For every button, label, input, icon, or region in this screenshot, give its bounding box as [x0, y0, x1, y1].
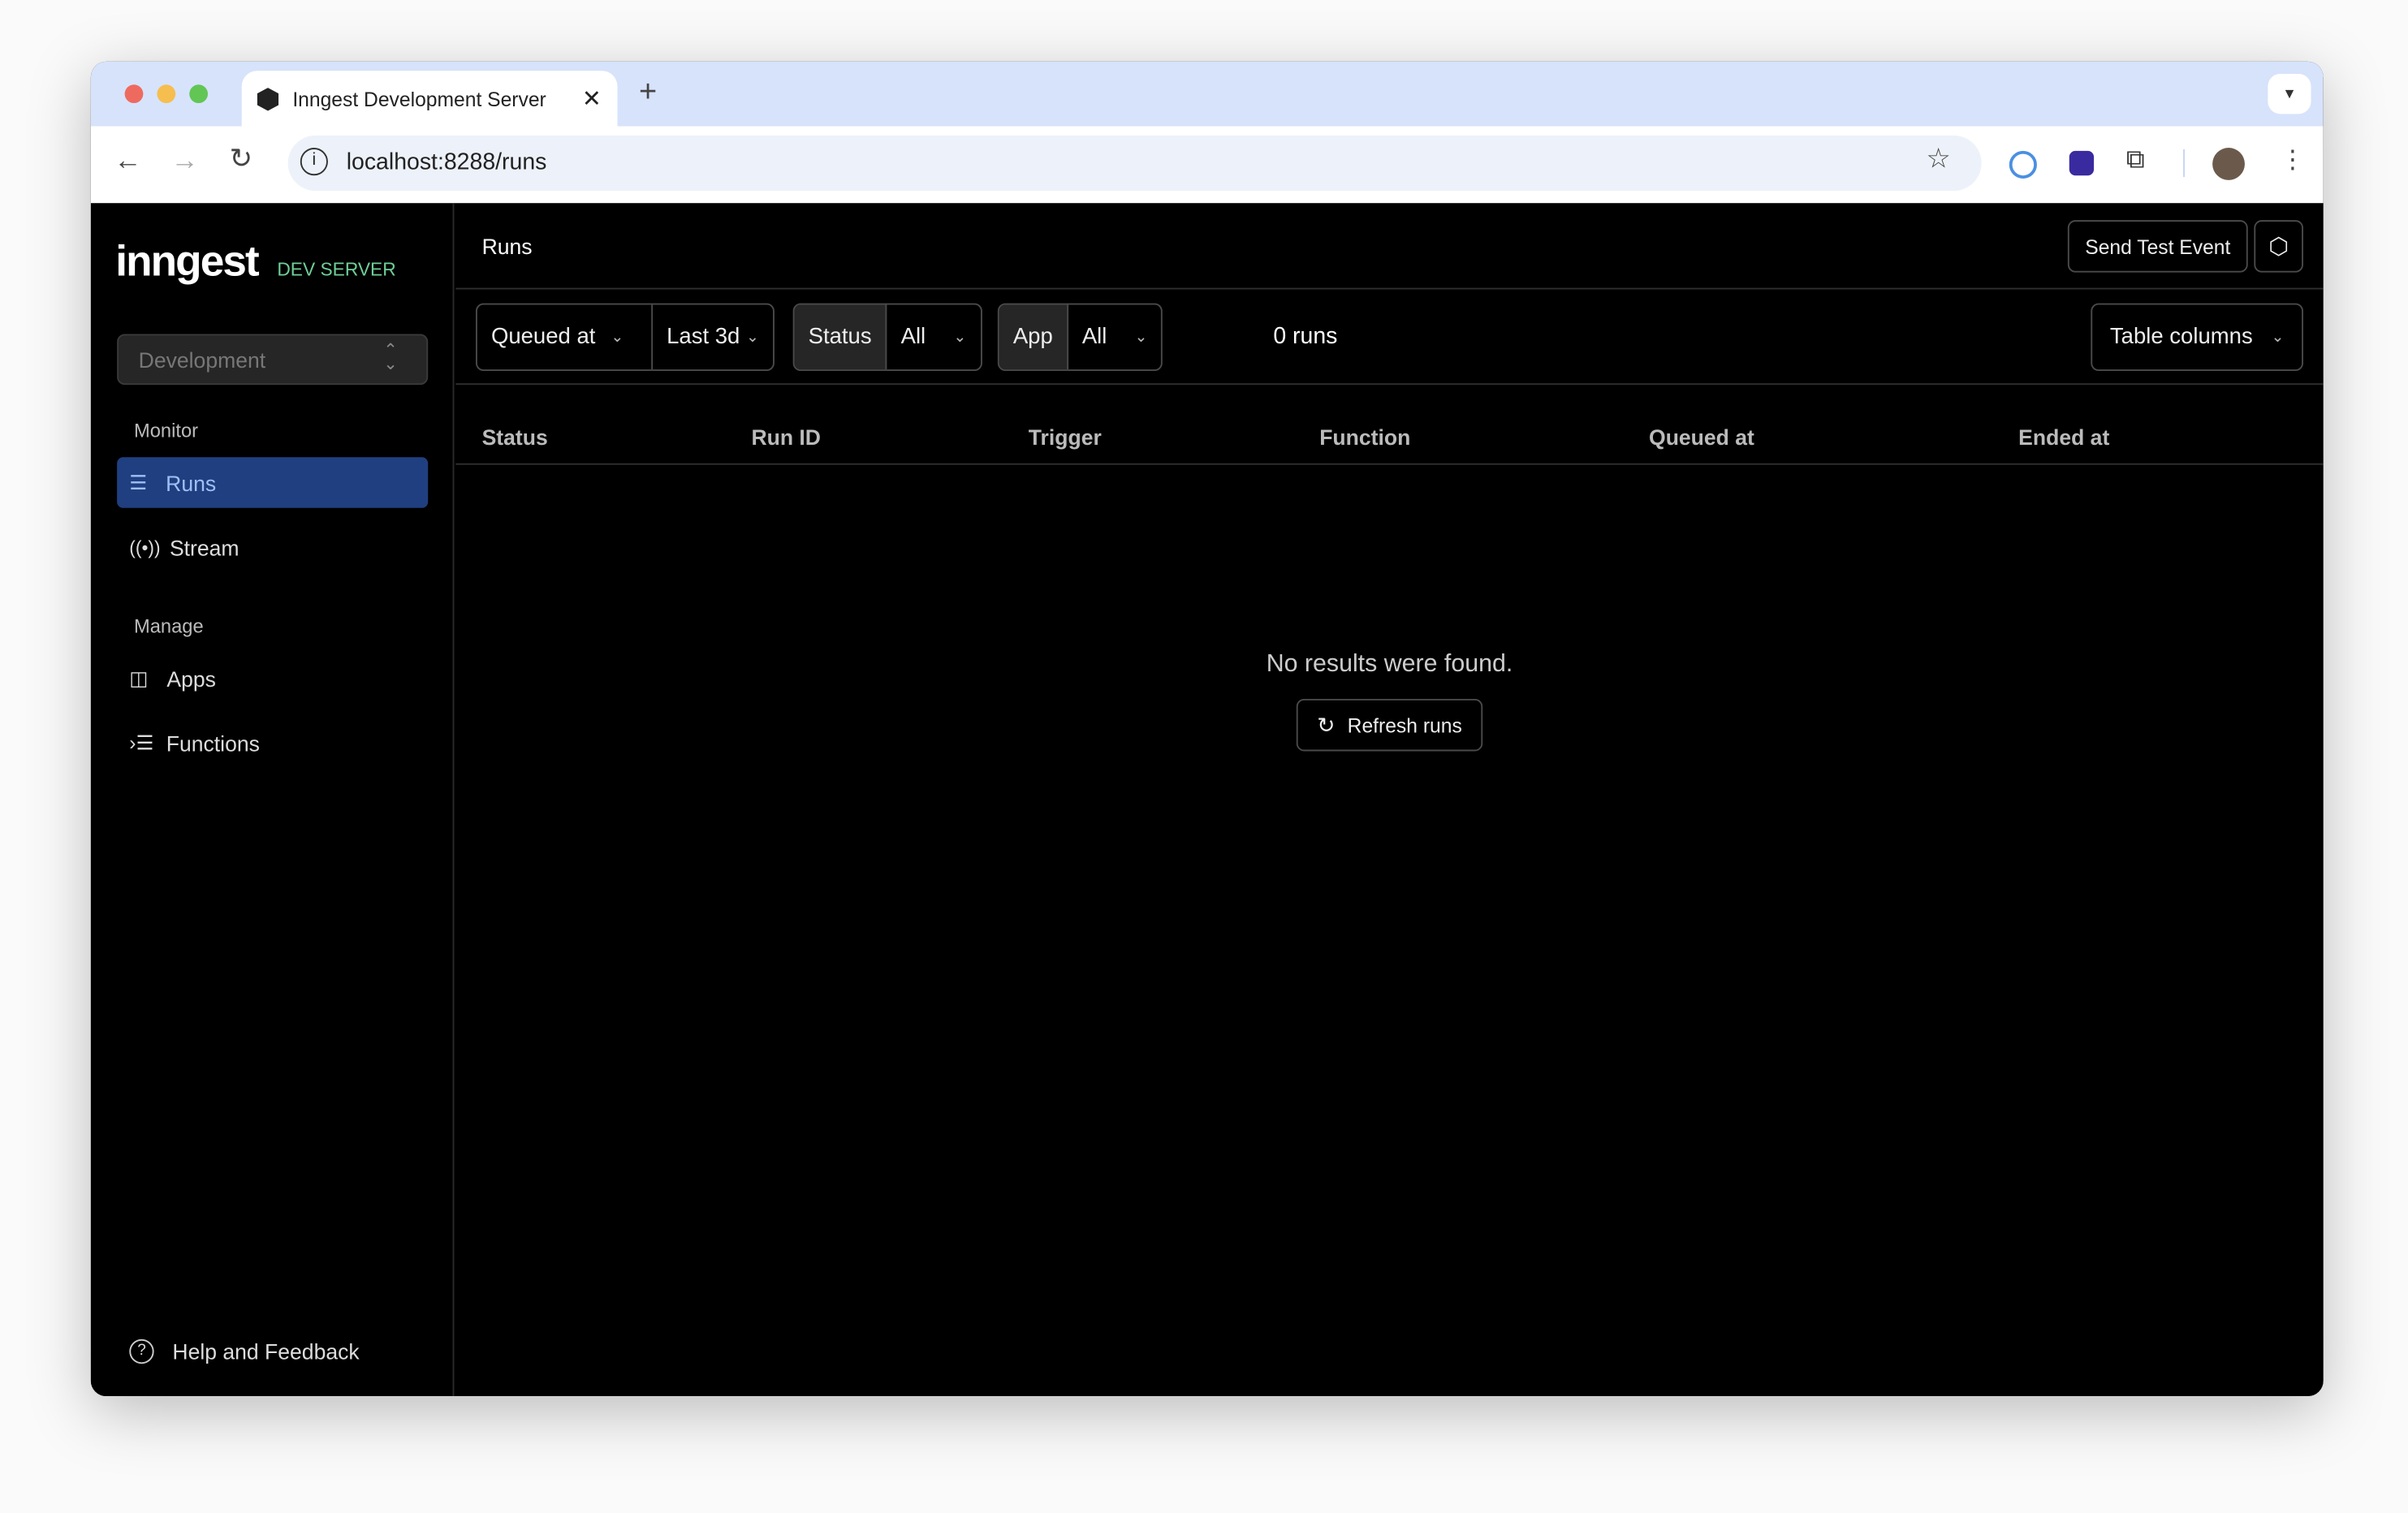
- browser-menu-icon[interactable]: ⋮: [2281, 144, 2305, 175]
- apps-icon: ◫: [129, 666, 149, 689]
- bookmark-star-icon[interactable]: ☆: [1926, 143, 1951, 175]
- column-header-queued-at[interactable]: Queued at: [1649, 425, 1754, 449]
- time-field-select[interactable]: Queued at ⌄: [477, 304, 654, 370]
- chevron-down-icon: ⌄: [1134, 328, 1148, 346]
- send-test-event-button[interactable]: Send Test Event: [2067, 220, 2248, 273]
- address-bar[interactable]: i localhost:8288/runs ☆: [287, 135, 1982, 192]
- extension-globe-icon[interactable]: [2069, 150, 2095, 176]
- chevron-down-icon: ⌄: [745, 328, 759, 346]
- status-filter-label: Status: [808, 325, 872, 350]
- column-header-trigger[interactable]: Trigger: [1029, 425, 1102, 449]
- environment-select[interactable]: Development ⌃ ⌄: [117, 334, 429, 386]
- main: Runs Send Test Event ⬡ Queued at ⌄ Last 3…: [455, 203, 2324, 1396]
- chevron-down-icon: ⌄: [953, 328, 967, 346]
- browser-toolbar: ← → ↻ i localhost:8288/runs ☆ ⧉ ⋮: [90, 126, 2324, 204]
- broadcast-icon: ((•)): [129, 536, 161, 558]
- section-manage: Manage: [133, 615, 204, 638]
- time-field-value: Queued at: [490, 325, 596, 350]
- app-filter[interactable]: App All ⌄: [997, 303, 1163, 372]
- column-header-status[interactable]: Status: [482, 425, 548, 449]
- tab-bar: Inngest Development Server ✕ + ▾: [90, 61, 2324, 127]
- status-filter-value: All: [900, 325, 926, 350]
- app-filter-value: All: [1081, 325, 1107, 350]
- url-text: localhost:8288/runs: [346, 149, 547, 176]
- reload-icon[interactable]: ↻: [230, 143, 253, 175]
- divider: [2183, 149, 2185, 178]
- extensions-puzzle-icon[interactable]: ⧉: [2126, 144, 2145, 175]
- sidebar-item-stream[interactable]: ((•)) Stream: [117, 522, 428, 573]
- sidebar-item-label: Functions: [166, 730, 260, 756]
- refresh-runs-button[interactable]: ↻ Refresh runs: [1296, 698, 1483, 752]
- inngest-favicon-icon: [257, 88, 279, 111]
- help-label: Help and Feedback: [172, 1338, 360, 1364]
- divider: [455, 383, 2324, 386]
- inngest-logo[interactable]: inngest: [115, 237, 259, 287]
- browser-window: Inngest Development Server ✕ + ▾ ← → ↻ i…: [90, 61, 2324, 1397]
- maximize-window-button[interactable]: [189, 84, 209, 104]
- environment-value: Development: [138, 347, 266, 373]
- sidebar-item-functions[interactable]: ›☰ Functions: [117, 718, 428, 769]
- settings-hexagon-icon[interactable]: ⬡: [2254, 220, 2304, 273]
- browser-tab[interactable]: Inngest Development Server ✕: [241, 71, 618, 127]
- chevron-down-icon: ⌄: [611, 328, 624, 346]
- close-window-button[interactable]: [124, 84, 144, 104]
- back-icon[interactable]: ←: [114, 144, 141, 177]
- empty-state-message: No results were found.: [1266, 651, 1513, 678]
- tab-search-chevron-icon[interactable]: ▾: [2268, 74, 2311, 114]
- sidebar-item-apps[interactable]: ◫ Apps: [117, 653, 428, 704]
- chevron-down-icon: ⌄: [2271, 328, 2285, 346]
- chevron-up-down-icon: ⌃ ⌄: [383, 342, 398, 374]
- runs-icon: ☰: [129, 470, 148, 494]
- column-header-run-id[interactable]: Run ID: [751, 425, 821, 449]
- status-filter[interactable]: Status All ⌄: [792, 303, 982, 372]
- section-monitor: Monitor: [133, 420, 199, 442]
- table-columns-button[interactable]: Table columns ⌄: [2091, 303, 2304, 372]
- divider: [455, 463, 2324, 465]
- dev-server-badge: DEV SERVER: [277, 258, 396, 281]
- close-tab-icon[interactable]: ✕: [582, 84, 602, 112]
- tab-title: Inngest Development Server: [292, 88, 546, 111]
- table-columns-label: Table columns: [2109, 325, 2253, 350]
- minimize-window-button[interactable]: [157, 84, 176, 104]
- functions-icon: ›☰: [129, 730, 154, 754]
- app-filter-label: App: [1012, 325, 1053, 350]
- sidebar: inngest DEV SERVER Development ⌃ ⌄ Monito…: [91, 203, 455, 1397]
- sidebar-item-label: Apps: [166, 666, 216, 691]
- password-manager-extension-icon[interactable]: [2009, 150, 2037, 179]
- column-header-function[interactable]: Function: [1319, 425, 1410, 449]
- time-range-value: Last 3d: [667, 325, 740, 350]
- sidebar-item-label: Runs: [166, 470, 217, 495]
- run-count: 0 runs: [1273, 323, 1338, 350]
- help-feedback-link[interactable]: ? Help and Feedback: [117, 1325, 428, 1377]
- forward-icon[interactable]: →: [171, 144, 199, 177]
- divider: [455, 287, 2324, 290]
- refresh-runs-label: Refresh runs: [1347, 713, 1462, 737]
- help-circle-icon: ?: [129, 1338, 154, 1364]
- new-tab-icon[interactable]: +: [639, 75, 657, 111]
- app: inngest DEV SERVER Development ⌃ ⌄ Monito…: [90, 203, 2324, 1397]
- page-title: Runs: [481, 234, 533, 259]
- time-filter: Queued at ⌄ Last 3d ⌄: [475, 303, 775, 372]
- sidebar-item-runs[interactable]: ☰ Runs: [117, 457, 429, 508]
- column-header-ended-at[interactable]: Ended at: [2018, 425, 2109, 449]
- profile-avatar[interactable]: [2212, 148, 2245, 180]
- refresh-icon: ↻: [1317, 712, 1336, 737]
- time-range-select[interactable]: Last 3d ⌄: [653, 304, 773, 369]
- sidebar-item-label: Stream: [169, 534, 240, 560]
- site-info-icon[interactable]: i: [300, 148, 328, 176]
